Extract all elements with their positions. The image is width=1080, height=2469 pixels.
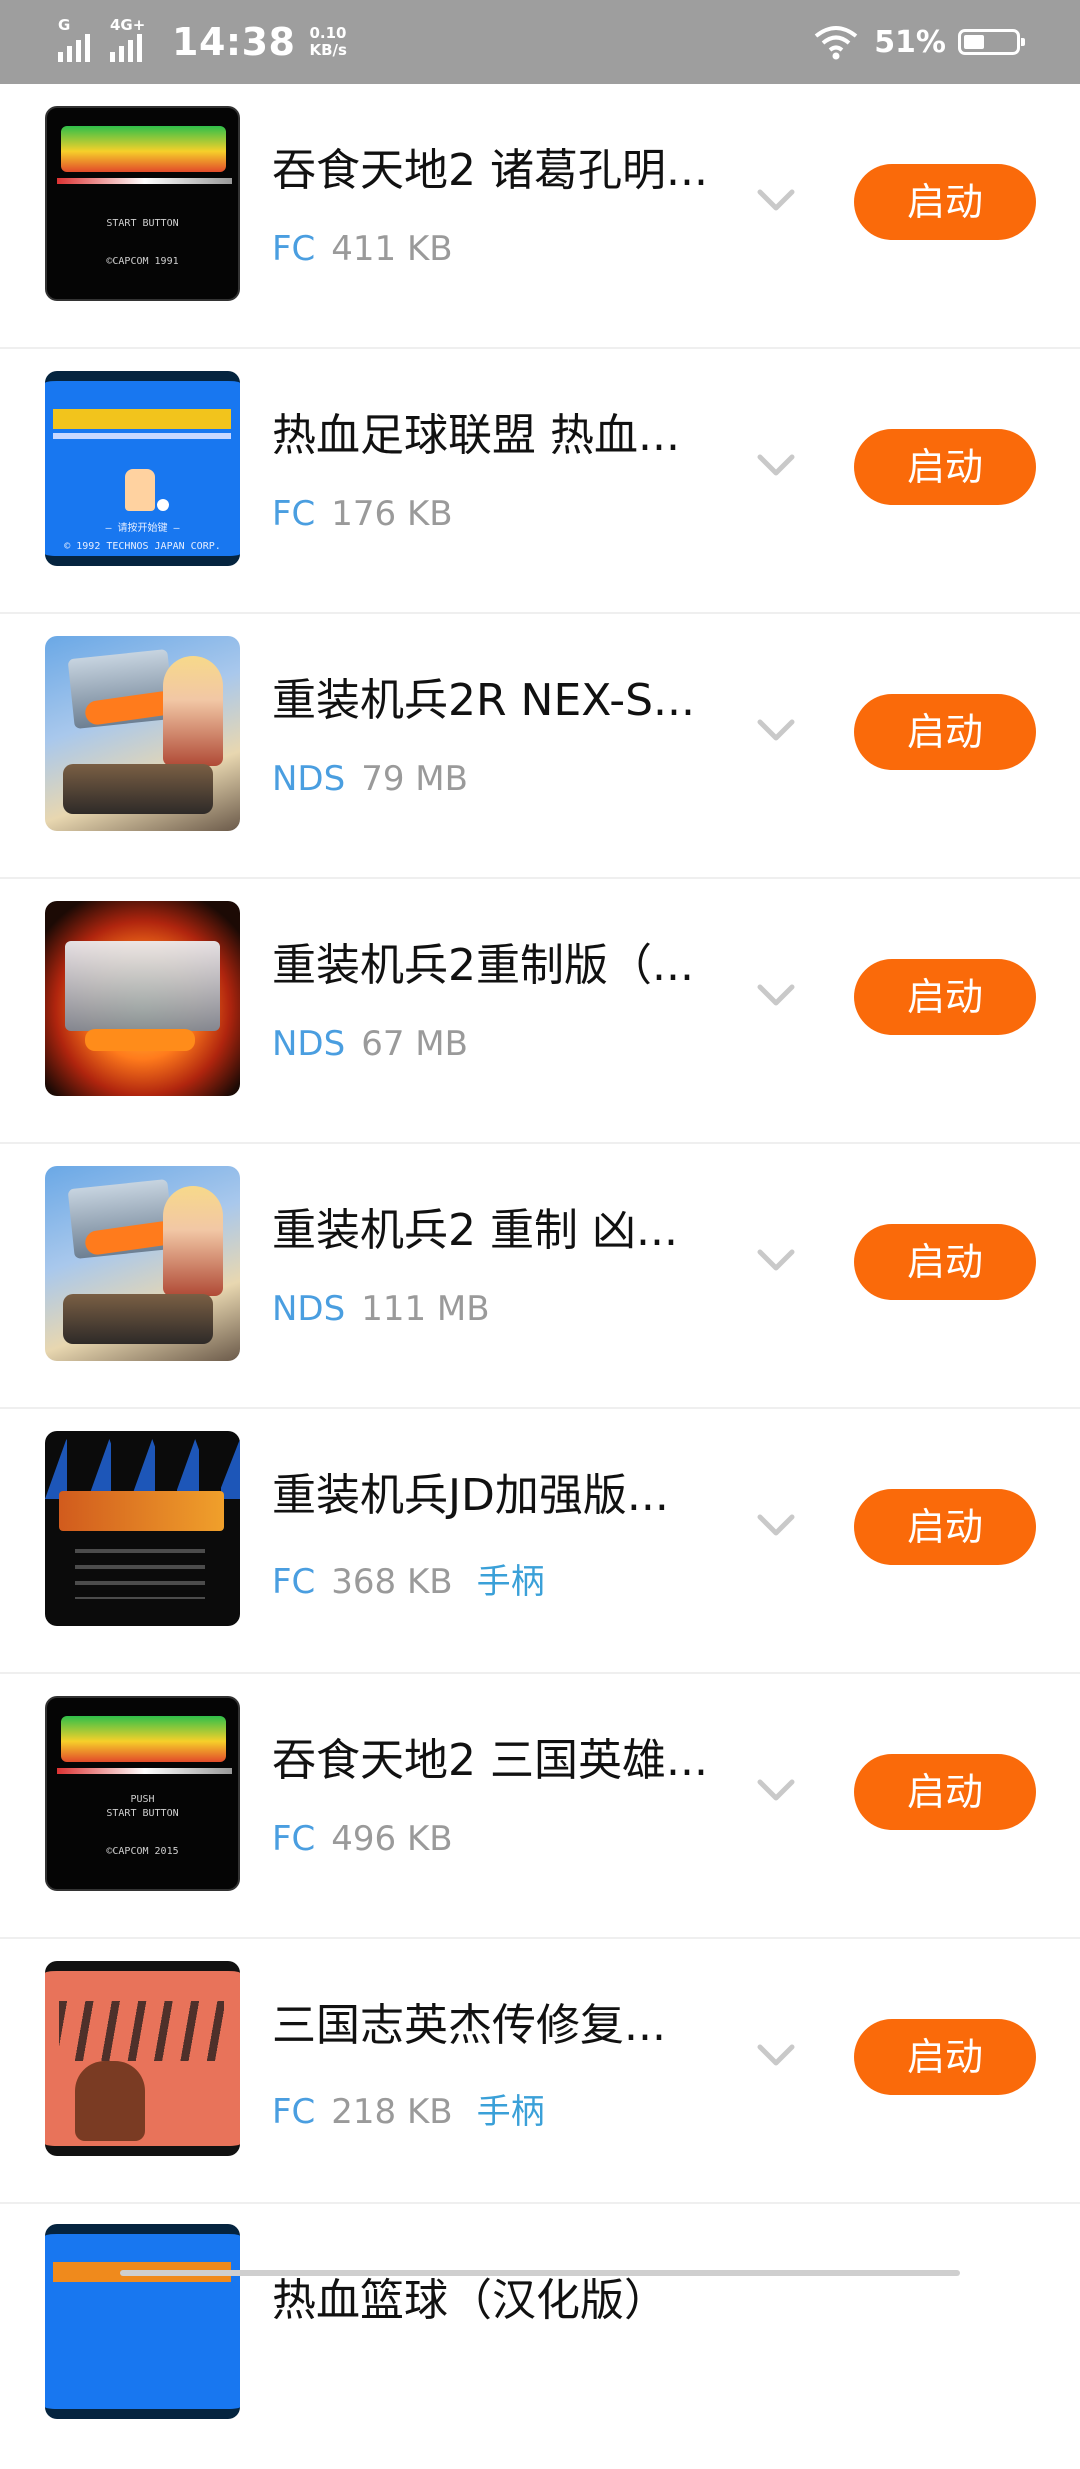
platform-label: FC: [272, 229, 316, 269]
launch-button[interactable]: 启动: [854, 1489, 1036, 1565]
game-title: 重装机兵2重制版（...: [272, 940, 694, 991]
scroll-indicator: [120, 2270, 960, 2276]
controller-tag: 手柄: [476, 2092, 545, 2132]
launch-button[interactable]: 启动: [854, 694, 1036, 770]
game-row[interactable]: PUSH START BUTTON ©CAPCOM 2015 吞食天地2 三国英…: [0, 1674, 1080, 1939]
game-title: 吞食天地2 三国英雄...: [272, 1735, 708, 1786]
game-thumbnail[interactable]: — 请按开始键 — © 1992 TECHNOS JAPAN CORP.: [45, 371, 240, 566]
launch-button[interactable]: 启动: [854, 164, 1036, 240]
game-title: 吞食天地2 诸葛孔明...: [272, 145, 708, 196]
game-row[interactable]: 热血篮球（汉化版）: [0, 2204, 1080, 2469]
file-size: 496 KB: [331, 1819, 453, 1859]
game-row[interactable]: 重装机兵JD加强版... FC 368 KB 手柄 启动: [0, 1409, 1080, 1674]
game-title: 重装机兵2 重制 凶...: [272, 1205, 678, 1256]
launch-button[interactable]: 启动: [854, 959, 1036, 1035]
platform-label: FC: [272, 2092, 316, 2132]
platform-label: FC: [272, 494, 316, 534]
game-thumbnail[interactable]: [45, 2224, 240, 2419]
platform-label: FC: [272, 1819, 316, 1859]
game-meta: FC 176 KB: [272, 494, 477, 534]
network-speed-unit: KB/s: [309, 41, 347, 59]
game-meta: FC 496 KB: [272, 1819, 477, 1859]
network-type-label: G: [58, 16, 71, 34]
game-row[interactable]: START BUTTON ©CAPCOM 1991 吞食天地2 诸葛孔明... …: [0, 84, 1080, 349]
game-row[interactable]: — 请按开始键 — © 1992 TECHNOS JAPAN CORP. 热血足…: [0, 349, 1080, 614]
file-size: 176 KB: [331, 494, 453, 534]
chevron-down-icon[interactable]: [756, 453, 796, 477]
game-thumbnail[interactable]: [45, 636, 240, 831]
game-thumbnail[interactable]: [45, 901, 240, 1096]
network-speed-value: 0.10: [309, 24, 347, 42]
file-size: 67 MB: [361, 1024, 468, 1064]
battery-percent: 51%: [874, 24, 946, 60]
game-meta: FC 411 KB: [272, 229, 477, 269]
platform-label: NDS: [272, 759, 346, 799]
status-bar: G 4G+ 14:38 0.10 KB/s 51%: [0, 0, 1080, 84]
launch-button[interactable]: 启动: [854, 2019, 1036, 2095]
game-meta: FC 368 KB 手柄: [272, 1554, 545, 1603]
game-row[interactable]: 重装机兵2重制版（... NDS 67 MB 启动: [0, 879, 1080, 1144]
file-size: 111 MB: [361, 1289, 490, 1329]
game-meta: NDS 67 MB: [272, 1024, 492, 1064]
game-thumbnail[interactable]: START BUTTON ©CAPCOM 1991: [45, 106, 240, 301]
chevron-down-icon[interactable]: [756, 1248, 796, 1272]
game-row[interactable]: 重装机兵2R NEX-S... NDS 79 MB 启动: [0, 614, 1080, 879]
game-thumbnail[interactable]: [45, 1431, 240, 1626]
file-size: 368 KB: [331, 1562, 453, 1602]
signal-icon-2: 4G+: [110, 16, 154, 62]
game-row[interactable]: 三国志英杰传修复... FC 218 KB 手柄 启动: [0, 1939, 1080, 2204]
launch-button[interactable]: 启动: [854, 429, 1036, 505]
controller-tag: 手柄: [476, 1562, 545, 1602]
signal-icon: G: [58, 16, 102, 62]
chevron-down-icon[interactable]: [756, 1513, 796, 1537]
game-title: 重装机兵JD加强版...: [272, 1470, 669, 1521]
game-title: 重装机兵2R NEX-S...: [272, 675, 695, 726]
network-type-label-2: 4G+: [110, 16, 146, 34]
launch-button[interactable]: 启动: [854, 1224, 1036, 1300]
game-thumbnail[interactable]: PUSH START BUTTON ©CAPCOM 2015: [45, 1696, 240, 1891]
game-thumbnail[interactable]: [45, 1961, 240, 2156]
game-title: 三国志英杰传修复...: [272, 2000, 666, 2051]
platform-label: FC: [272, 1562, 316, 1602]
chevron-down-icon[interactable]: [756, 2043, 796, 2067]
network-speed: 0.10 KB/s: [309, 25, 346, 59]
platform-label: NDS: [272, 1024, 346, 1064]
battery-icon: [958, 29, 1025, 55]
game-title: 热血足球联盟 热血...: [272, 410, 680, 461]
launch-button[interactable]: 启动: [854, 1754, 1036, 1830]
game-row[interactable]: 重装机兵2 重制 凶... NDS 111 MB 启动: [0, 1144, 1080, 1409]
chevron-down-icon[interactable]: [756, 1778, 796, 1802]
game-meta: NDS 111 MB: [272, 1289, 514, 1329]
file-size: 218 KB: [331, 2092, 453, 2132]
clock: 14:38: [172, 20, 296, 64]
game-meta: NDS 79 MB: [272, 759, 492, 799]
chevron-down-icon[interactable]: [756, 983, 796, 1007]
wifi-icon: [814, 26, 858, 60]
chevron-down-icon[interactable]: [756, 718, 796, 742]
platform-label: NDS: [272, 1289, 346, 1329]
file-size: 79 MB: [361, 759, 468, 799]
game-thumbnail[interactable]: [45, 1166, 240, 1361]
game-meta: FC 218 KB 手柄: [272, 2084, 545, 2133]
chevron-down-icon[interactable]: [756, 188, 796, 212]
file-size: 411 KB: [331, 229, 453, 269]
